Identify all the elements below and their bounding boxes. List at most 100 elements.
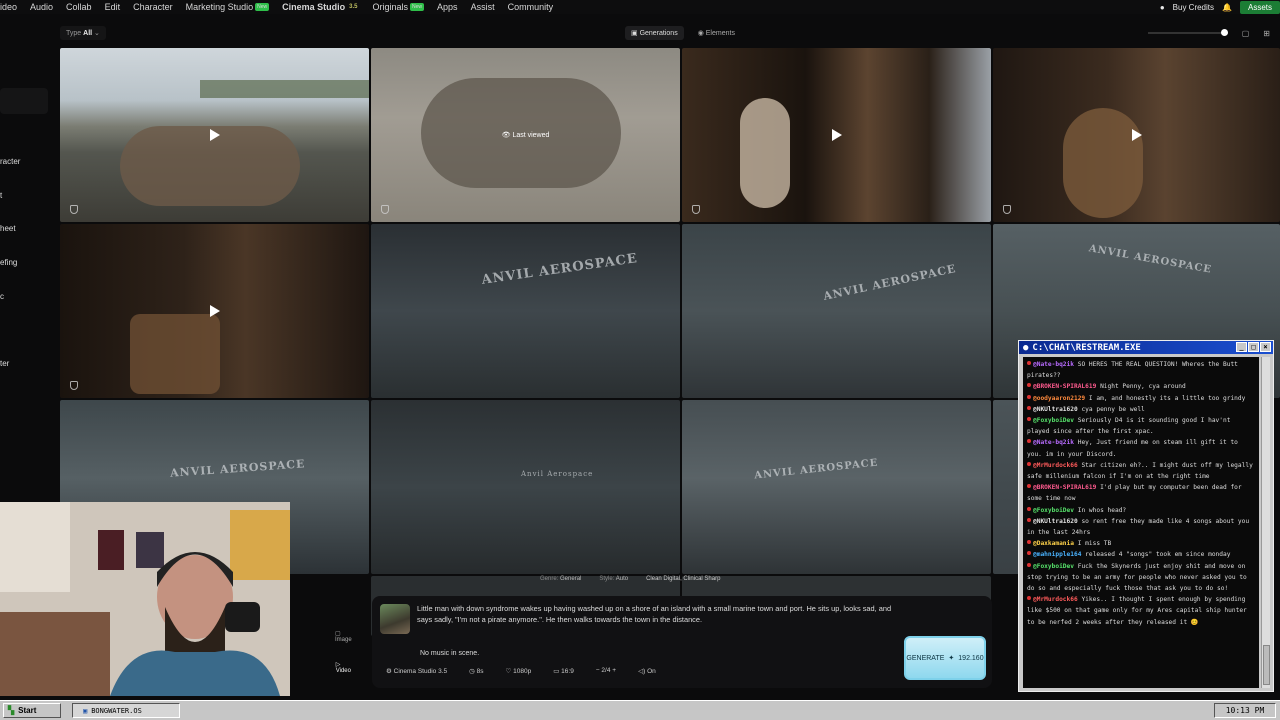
nav-item-label: Edit — [104, 2, 121, 12]
notifications-bell-icon[interactable]: 🔔 — [1222, 3, 1232, 12]
type-filter-label: Type — [66, 30, 82, 37]
chat-text: In whos head? — [1077, 506, 1127, 514]
tab-elements-label: Elements — [705, 30, 735, 37]
chat-message: @Daxkamania I miss TB — [1027, 538, 1255, 549]
overlay-text: ANVIL AEROSPACE — [480, 251, 639, 288]
sidebar-item-ter[interactable]: ter — [0, 359, 9, 368]
mode-image[interactable]: ▢ Image — [335, 630, 352, 643]
single-view-icon[interactable]: ▢ — [1242, 29, 1250, 38]
chat-message: @Nate-bq2ik Hey, Just friend me on steam… — [1027, 437, 1255, 459]
video-tile-3[interactable] — [682, 48, 991, 222]
type-filter-dropdown[interactable]: Type All ⌄ — [60, 26, 106, 40]
nav-item-originals[interactable]: Originals New — [373, 2, 425, 12]
nav-item-community[interactable]: Community — [508, 2, 554, 12]
camera-setting[interactable]: Clean Digital, Clinical Sharp — [646, 576, 720, 588]
chat-message: @FoxyboiDev In whos head? — [1027, 505, 1255, 516]
tab-generations[interactable]: ▣ Generations — [625, 26, 684, 40]
nav-item-label: Apps — [437, 2, 458, 12]
chat-title-bar[interactable]: ● C:\CHAT\RESTREAM.EXE _ □ × — [1019, 341, 1273, 354]
chat-message: @NKUltra1620 cya penny be well — [1027, 404, 1255, 415]
nav-item-character[interactable]: Character — [133, 2, 173, 12]
nav-badge: New — [410, 3, 425, 11]
chat-username: @MrMurdock66 — [1033, 461, 1078, 469]
chat-text: released 4 "songs" took em since monday — [1085, 551, 1231, 559]
video-tile-2[interactable]: 👁 Last viewed — [371, 48, 680, 222]
sidebar-item-briefing[interactable]: efing — [0, 258, 17, 267]
nav-item-apps[interactable]: Apps — [437, 2, 458, 12]
music-note[interactable]: No music in scene. — [420, 650, 479, 657]
nav-item-audio[interactable]: Audio — [30, 2, 53, 12]
chat-message: @MrMurdock66 Yikes.. I thought I spent e… — [1027, 594, 1255, 628]
chat-scrollbar[interactable] — [1261, 357, 1270, 688]
platform-icon — [1027, 506, 1031, 511]
webcam-video — [0, 502, 290, 696]
shield-icon — [70, 381, 78, 390]
nav-item-assist[interactable]: Assist — [471, 2, 495, 12]
taskbar: ▚ Start ▣ BONGWATER.OS 10:13 PM — [0, 700, 1280, 720]
sidebar-item-t[interactable]: t — [0, 191, 2, 200]
play-icon[interactable] — [1131, 129, 1142, 141]
reference-thumbnail[interactable] — [380, 604, 410, 634]
sidebar-selected-item[interactable] — [0, 88, 48, 114]
nav-item-collab[interactable]: Collab — [66, 2, 92, 12]
tab-elements[interactable]: ◉ Elements — [692, 26, 741, 40]
aspect-select[interactable]: ▭ 16:9 — [553, 667, 574, 675]
assets-button[interactable]: Assets — [1239, 0, 1280, 14]
chat-message: @Nate-bq2ik SO HERES THE REAL QUESTION! … — [1027, 359, 1255, 381]
buy-credits-button[interactable]: Buy Credits — [1173, 3, 1214, 12]
platform-icon — [1027, 596, 1031, 601]
audio-toggle[interactable]: ◁) On — [638, 667, 656, 675]
model-select[interactable]: ⚙ Cinema Studio 3.5 — [386, 667, 447, 675]
chat-message: @BROKEN-SPIRAL619 Night Penny, cya aroun… — [1027, 381, 1255, 392]
sidebar-item-c[interactable]: c — [0, 292, 4, 301]
image-tile-11[interactable]: ANVIL AEROSPACE — [682, 400, 991, 574]
nav-item-ideo[interactable]: ideo — [0, 2, 17, 12]
size-slider[interactable] — [1147, 28, 1228, 36]
minimize-button[interactable]: _ — [1236, 342, 1247, 352]
play-icon[interactable] — [209, 129, 220, 141]
nav-item-cinema-studio[interactable]: Cinema Studio 3.5 — [282, 2, 359, 12]
style-setting[interactable]: Style: Auto — [599, 576, 628, 588]
resolution-select[interactable]: ♡ 1080p — [505, 667, 531, 675]
image-tile-7[interactable]: ANVIL AEROSPACE — [682, 224, 991, 398]
sidebar-item-sheet[interactable]: heet — [0, 224, 16, 233]
video-tile-5[interactable] — [60, 224, 369, 398]
top-right-controls: ● Buy Credits 🔔 Assets — [1160, 0, 1280, 14]
nav-item-label: Assist — [470, 2, 495, 12]
taskbar-item-bongwater[interactable]: ▣ BONGWATER.OS — [72, 703, 180, 718]
chat-message: @MrMurdock66 Star citizen eh?.. I might … — [1027, 460, 1255, 482]
mode-video[interactable]: ▷ Video — [336, 661, 351, 674]
chat-window[interactable]: ● C:\CHAT\RESTREAM.EXE _ □ × @Nate-bq2ik… — [1018, 340, 1274, 692]
duration-select[interactable]: ◷ 8s — [469, 667, 483, 675]
play-icon[interactable] — [209, 305, 220, 317]
play-icon[interactable] — [831, 129, 842, 141]
type-filter-value: All — [83, 30, 93, 37]
video-tile-1[interactable] — [60, 48, 369, 222]
genre-setting[interactable]: Genre: General — [540, 576, 581, 588]
prompt-textarea[interactable]: Little man with down syndrome wakes up h… — [417, 603, 892, 625]
nav-badge: New — [255, 3, 270, 11]
platform-icon — [1027, 439, 1031, 444]
maximize-button[interactable]: □ — [1248, 342, 1259, 352]
count-stepper[interactable]: − 2/4 + — [596, 667, 616, 675]
platform-icon — [1027, 405, 1031, 410]
chat-username: @NKUltra1620 — [1033, 405, 1078, 413]
image-tile-10[interactable]: Anvil Aerospace — [371, 400, 680, 574]
video-tile-4[interactable] — [993, 48, 1280, 222]
nav-item-edit[interactable]: Edit — [105, 2, 121, 12]
image-tile-6[interactable]: ANVIL AEROSPACE — [371, 224, 680, 398]
nav-item-marketing-studio[interactable]: Marketing Studio New — [186, 2, 270, 12]
scroll-thumb[interactable] — [1263, 645, 1270, 685]
sidebar-item-character[interactable]: racter — [0, 157, 20, 166]
platform-icon — [1027, 394, 1031, 399]
generate-button[interactable]: GENERATE ✦ 192.160 — [904, 636, 986, 680]
grid-view-icon[interactable]: ⊞ — [1263, 29, 1270, 38]
chat-text: cya penny be well — [1081, 405, 1145, 413]
taskbar-clock: 10:13 PM — [1214, 703, 1276, 718]
chat-username: @BROKEN-SPIRAL619 — [1033, 484, 1097, 492]
start-button[interactable]: ▚ Start — [3, 703, 61, 718]
prompt-options: ⚙ Cinema Studio 3.5 ◷ 8s ♡ 1080p ▭ 16:9 … — [386, 667, 656, 675]
close-button[interactable]: × — [1260, 342, 1271, 352]
platform-icon — [1027, 517, 1031, 522]
platform-icon — [1027, 417, 1031, 422]
